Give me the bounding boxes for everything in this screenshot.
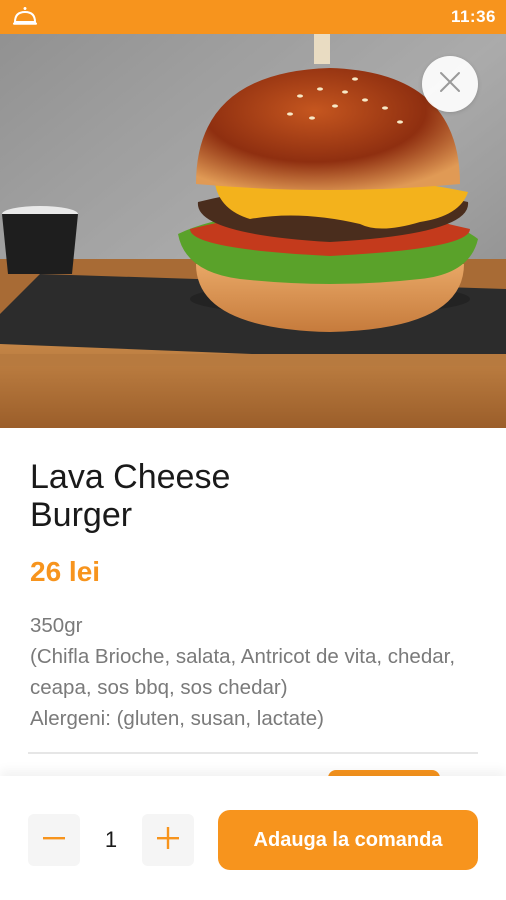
plus-icon	[157, 826, 179, 854]
increase-quantity-button[interactable]	[142, 814, 194, 866]
status-time: 11:36	[450, 7, 496, 26]
minus-icon	[43, 827, 65, 854]
product-details: Lava Cheese Burger 26 lei 350gr (Chifla …	[30, 458, 480, 734]
add-to-order-button[interactable]: Adauga la comanda	[218, 810, 478, 870]
close-icon	[438, 70, 462, 99]
quantity-value: 1	[104, 827, 118, 852]
product-description: 350gr (Chifla Brioche, salata, Antricot …	[30, 610, 480, 734]
close-button[interactable]	[422, 56, 478, 112]
product-allergens: Alergeni: (gluten, susan, lactate)	[30, 707, 324, 730]
product-title: Lava Cheese Burger	[30, 458, 231, 534]
decrease-quantity-button[interactable]	[28, 814, 80, 866]
order-bar: 1 Adauga la comanda	[0, 776, 506, 900]
status-bar: 11:36	[0, 0, 506, 34]
product-ingredients: (Chifla Brioche, salata, Antricot de vit…	[30, 645, 456, 699]
bell-icon	[12, 7, 38, 27]
product-weight: 350gr	[30, 614, 83, 637]
divider	[28, 752, 478, 754]
product-price: 26 lei	[30, 556, 101, 587]
